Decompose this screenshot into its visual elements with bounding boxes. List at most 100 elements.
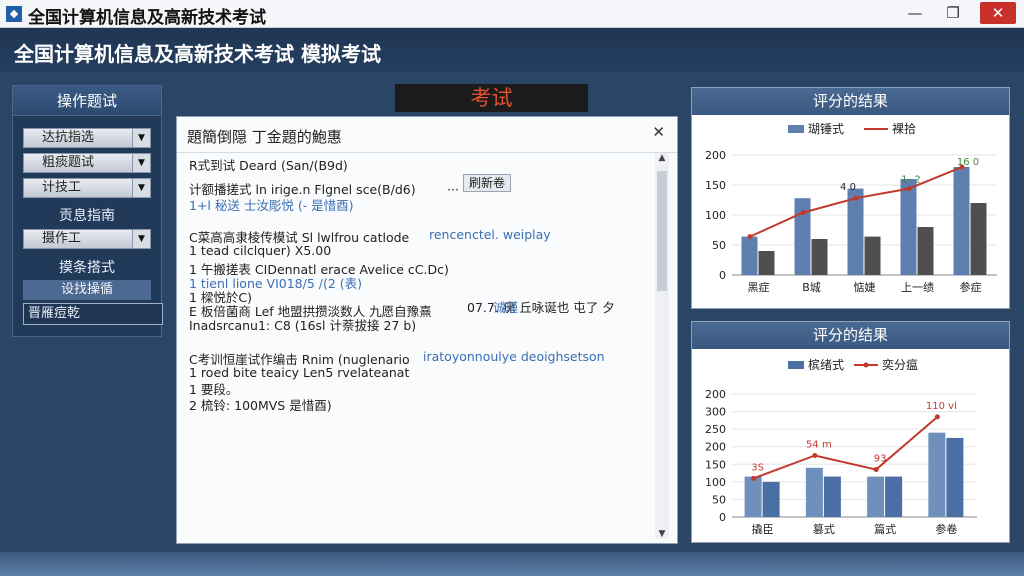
page-title: 全国计算机信息及高新技术考试 模拟考试: [14, 42, 381, 66]
y-tick-label: 100: [705, 476, 726, 489]
question-panel: 題簡倒隠 丁金題的鮑惠 ✕ R式到试 Deard (San/(B9d) 计额播搓…: [176, 116, 678, 544]
y-tick-label: 100: [705, 209, 726, 222]
x-tick-label: 撬臣: [752, 522, 774, 536]
chevron-down-icon[interactable]: ▼: [132, 129, 150, 147]
chart-bar: [946, 437, 964, 517]
y-tick-label: 0: [719, 269, 726, 282]
chart-1: 瑚锤式 裸拾 0 50 100 150 200 黑症 B城 惦婕 上一绩 参症 4 0 1- 2 16 …: [705, 121, 997, 294]
chart-bar: [867, 476, 885, 517]
chart-2: 槟绪式 奕分瘟 0 50 100 150 200 250 300 200 撬臣 篡式 篇式 参卷 3S 5…: [705, 357, 977, 536]
chart-bar: [794, 198, 811, 275]
refresh-button[interactable]: 刷新卷: [463, 174, 511, 192]
line-point: [873, 467, 879, 473]
legend-bar-label: 槟绪式: [808, 357, 844, 372]
question-link-a[interactable]: rencenctel. weiplay: [429, 227, 551, 242]
left-action-button[interactable]: 设找操循: [23, 280, 151, 300]
question-header: 題簡倒隠 丁金題的鮑惠 ✕: [177, 117, 677, 153]
question-line-3[interactable]: 1+l 秘送 士汝彫悦 (- 是惜酉): [189, 195, 354, 214]
x-tick-label: 惦婕: [854, 280, 876, 294]
close-button[interactable]: ✕: [980, 2, 1016, 24]
scrollbar[interactable]: ▲ ▼: [655, 153, 669, 539]
question-link-b[interactable]: iratoyonnoulye deoighsetson: [423, 349, 605, 364]
chart-bar: [953, 167, 970, 275]
y-tick-label: 150: [705, 458, 726, 471]
chart-bar: [811, 239, 828, 275]
x-tick-label: 篡式: [813, 522, 835, 536]
x-tick-label: 上一绩: [901, 281, 934, 294]
window-title: 全国计算机信息及高新技术考试: [28, 8, 266, 28]
select-2[interactable]: 粗痰题试 ▼: [23, 153, 151, 173]
chevron-down-icon[interactable]: ▼: [132, 179, 150, 197]
chart-bar: [900, 179, 917, 275]
scroll-down-icon[interactable]: ▼: [655, 529, 669, 539]
question-line-5: 1 tead cilclquer) X5.00: [189, 243, 332, 258]
chart-line: [753, 416, 939, 480]
close-icon[interactable]: ✕: [652, 123, 665, 141]
chart-bar: [805, 467, 823, 517]
chart-1-title: 评分的结果: [692, 88, 1009, 115]
chart-panel-1: 评分的结果 瑚锤式 裸拾 0 50 100 150 200 黑症 B城 惦婕 上一绩 参症 4 0 1…: [691, 87, 1010, 309]
maximize-button[interactable]: ❐: [938, 2, 968, 24]
left-panel-title: 操作题试: [13, 86, 161, 116]
left-label-1: 贡息指南: [59, 208, 115, 224]
x-tick-label: 参卷: [935, 522, 957, 536]
data-label: 1- 2: [901, 175, 921, 186]
select-1[interactable]: 达抗指选 ▼: [23, 128, 151, 148]
question-line-1: R式到试 Deard (San/(B9d): [189, 158, 348, 173]
scroll-thumb[interactable]: [657, 171, 667, 291]
y-tick-label: 50: [712, 239, 726, 252]
question-line-14: 2 梳铃: 100MVS 是惜酉): [189, 398, 332, 413]
data-label: 4 0: [840, 182, 856, 193]
chart-bar: [885, 476, 903, 517]
left-field[interactable]: 晋雁痘乾: [23, 303, 163, 325]
line-point: [853, 195, 859, 201]
app-icon: [6, 6, 22, 22]
y-tick-label: 150: [705, 179, 726, 192]
x-tick-label: 篇式: [874, 522, 896, 536]
chart-bar: [864, 236, 881, 275]
select-3-value: 计技工: [42, 180, 82, 195]
line-point: [934, 414, 940, 420]
legend-bar-swatch: [788, 125, 804, 133]
data-label: 93: [874, 454, 887, 465]
y-tick-label: 200: [705, 388, 726, 401]
data-label: 16 0: [957, 157, 979, 168]
legend-bar-label: 瑚锤式: [808, 121, 844, 136]
select-3[interactable]: 计技工 ▼: [23, 178, 151, 198]
bottom-strip: [0, 552, 1024, 576]
line-point: [812, 453, 818, 458]
question-title: 題簡倒隠 丁金題的鮑惠: [187, 128, 342, 146]
left-label-2: 摸条搭式: [59, 260, 115, 276]
chart-bar: [823, 476, 841, 517]
y-tick-label: 200: [705, 441, 726, 454]
chart-bar: [847, 188, 864, 275]
legend-line-label: 裸拾: [892, 121, 916, 136]
legend-line-marker: [863, 362, 869, 368]
data-label: 110 vl: [926, 401, 957, 412]
line-point: [747, 234, 753, 240]
line-point: [906, 186, 912, 192]
y-tick-label: 0: [719, 511, 726, 524]
chart-panel-2: 评分的结果 槟绪式 奕分瘟 0 50 100 150 200 250 300 200 撬臣 篡式 篇…: [691, 321, 1010, 543]
question-line-12: 1 roed bite teaicy Len5 rvelateanat: [189, 365, 410, 380]
chart-bar: [758, 251, 775, 275]
y-tick-label: 50: [712, 493, 726, 506]
data-label: 3S: [751, 462, 764, 473]
chart-bar: [762, 481, 780, 517]
chart-bar: [928, 432, 946, 517]
chart-2-title: 评分的结果: [692, 322, 1009, 349]
chevron-down-icon[interactable]: ▼: [132, 230, 150, 248]
minimize-button[interactable]: —: [900, 2, 930, 24]
select-2-value: 粗痰题试: [42, 155, 95, 170]
line-point: [751, 475, 757, 481]
tag-link[interactable]: 诚瑾: [493, 297, 518, 316]
chevron-down-icon[interactable]: ▼: [132, 154, 150, 172]
line-point: [800, 210, 806, 216]
chart-bar: [917, 227, 934, 275]
exam-timer: 考试 022.09105:05: [395, 84, 588, 138]
scroll-up-icon[interactable]: ▲: [655, 153, 669, 163]
chart-bar: [970, 203, 987, 275]
select-4[interactable]: 摄作工 ▼: [23, 229, 151, 249]
select-1-value: 达抗指选: [42, 130, 95, 145]
data-label: 54 m: [806, 440, 832, 451]
